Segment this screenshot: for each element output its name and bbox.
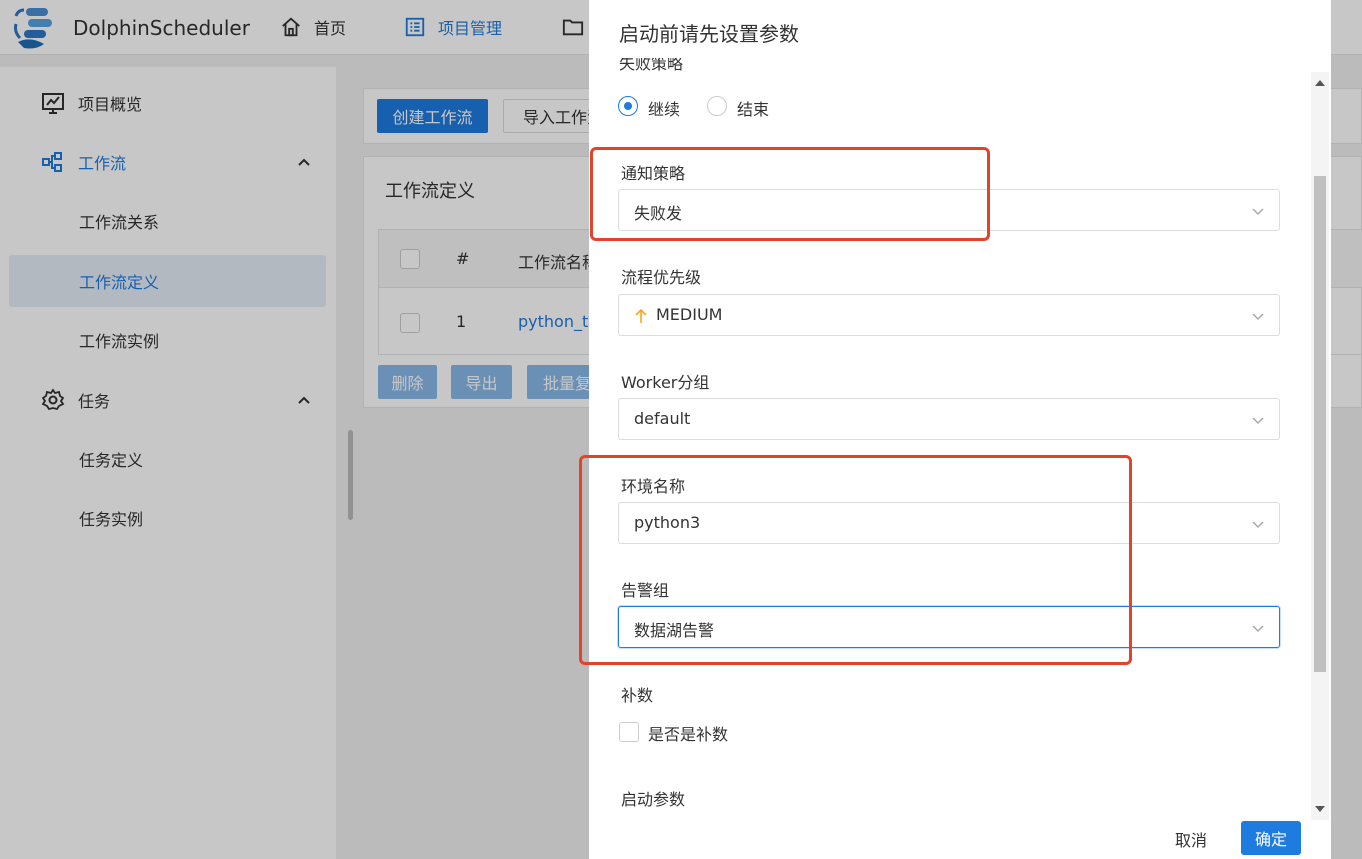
- chevron-down-icon: [1252, 313, 1264, 321]
- radio-end[interactable]: [707, 96, 727, 116]
- worker-group-label: Worker分组: [621, 373, 710, 392]
- worker-group-value: default: [634, 409, 691, 428]
- priority-label: 流程优先级: [621, 268, 702, 287]
- priority-value: MEDIUM: [656, 305, 723, 324]
- complement-label: 补数: [621, 686, 654, 705]
- chevron-down-icon: [1252, 208, 1264, 216]
- chevron-down-icon: [1252, 521, 1264, 529]
- cancel-button[interactable]: 取消: [1175, 827, 1207, 851]
- startup-params-label: 启动参数: [621, 790, 686, 809]
- chevron-down-icon: [1252, 417, 1264, 425]
- complement-checkbox-label: 是否是补数: [648, 725, 729, 744]
- modal-title: 启动前请先设置参数: [619, 22, 799, 46]
- highlight-notify-strategy: [590, 147, 990, 241]
- start-params-modal: 启动前请先设置参数 失败策略 继续 结束 通知策略 失败发 流程优先级 MEDI…: [589, 0, 1331, 859]
- radio-end-label: 结束: [737, 100, 770, 119]
- arrow-up-icon: [635, 308, 647, 323]
- radio-continue-label: 继续: [648, 100, 681, 119]
- chevron-down-icon: [1252, 625, 1264, 633]
- modal-scrollbar-thumb[interactable]: [1314, 176, 1326, 672]
- scroll-down-arrow-icon[interactable]: [1315, 806, 1325, 812]
- highlight-env-alarm: [579, 455, 1132, 665]
- priority-select[interactable]: MEDIUM: [618, 294, 1280, 336]
- worker-group-select[interactable]: default: [618, 398, 1280, 440]
- scroll-up-arrow-icon[interactable]: [1315, 80, 1325, 86]
- radio-continue[interactable]: [618, 96, 638, 116]
- confirm-button[interactable]: 确定: [1241, 821, 1301, 855]
- complement-checkbox[interactable]: [619, 722, 639, 742]
- failure-strategy-label: 失败策略: [619, 58, 684, 72]
